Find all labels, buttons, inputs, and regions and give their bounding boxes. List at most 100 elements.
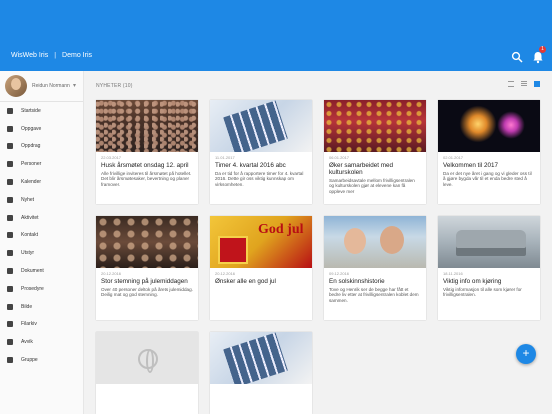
news-date: 02.01.2017: [443, 155, 464, 160]
key-icon: [7, 232, 13, 239]
news-title: Stor stemning på julemiddagen: [101, 278, 188, 285]
sidebar-item-label: Dokument: [21, 268, 44, 275]
sidebar-item-filarkiv[interactable]: Filarkiv: [0, 316, 83, 334]
context-name[interactable]: Demo Iris: [62, 52, 92, 59]
brand-separator: |: [54, 52, 57, 59]
news-excerpt: Da er det nye året i gang og vi gleder o…: [443, 171, 532, 187]
news-card[interactable]: 02.01.2017 Velkommen til 2017 Da er det …: [438, 100, 540, 204]
sidebar-item-oppgave[interactable]: Oppgave: [0, 120, 83, 138]
news-card[interactable]: God jul 20.12.2016 Ønsker alle en god ju…: [210, 216, 312, 320]
sidebar-item-label: Utstyr: [21, 250, 35, 257]
sidebar-item-avvik[interactable]: Avvik: [0, 333, 83, 351]
news-card[interactable]: 11.01.2017 Timer 4. kvartal 2016 abc Da …: [210, 100, 312, 204]
search-icon[interactable]: [511, 51, 523, 63]
sidebar-item-oppdrag[interactable]: Oppdrag: [0, 138, 83, 156]
grid-view-icon[interactable]: [534, 81, 540, 87]
news-card[interactable]: 09.12.2016 En solskinnshistorie Tove og …: [324, 216, 426, 320]
sidebar-item-label: Filarkiv: [21, 321, 37, 328]
sidebar-item-label: Prosedyre: [21, 285, 44, 292]
news-image: [438, 100, 540, 152]
news-date: 06.01.2017: [329, 155, 350, 160]
news-icon: [7, 196, 13, 203]
news-excerpt: Viktig informasjon til alle som kjører f…: [443, 287, 522, 298]
sidebar-nav: Startside Oppgave Oppdrag Personer Kalen…: [0, 102, 83, 369]
news-card[interactable]: [96, 332, 198, 414]
news-image: [210, 100, 312, 152]
news-card[interactable]: 20.12.2016 Stor stemning på julemiddagen…: [96, 216, 198, 320]
checkbox-icon: [7, 143, 13, 150]
chevron-down-icon: ▾: [73, 83, 77, 89]
news-image: [324, 216, 426, 268]
sidebar-item-label: Kontakt: [21, 232, 38, 239]
sidebar-item-prosedyre[interactable]: Prosedyre: [0, 280, 83, 298]
document-icon: [7, 268, 13, 275]
sidebar-item-kontakt[interactable]: Kontakt: [0, 227, 83, 245]
sidebar-item-personer[interactable]: Personer: [0, 155, 83, 173]
avatar: [5, 75, 27, 97]
news-image: [438, 216, 540, 268]
status-bar: [0, 0, 552, 12]
news-image: [96, 100, 198, 152]
brand-name[interactable]: WisWeb Iris: [11, 52, 48, 59]
profile-name: Reidun Normann: [32, 83, 70, 89]
news-date: 09.12.2016: [329, 271, 350, 276]
news-title: Øker samarbeidet med kulturskolen: [329, 162, 394, 176]
heart-icon: [7, 161, 13, 168]
sidebar-item-label: Kalender: [21, 179, 42, 186]
news-date: 18.11.2016: [443, 271, 463, 276]
sidebar-item-label: Startside: [21, 107, 41, 114]
sidebar-item-nyhet[interactable]: Nyhet: [0, 191, 83, 209]
sidebar-item-label: Oppgave: [21, 125, 42, 132]
news-card[interactable]: 06.01.2017 Øker samarbeidet med kultursk…: [324, 100, 426, 204]
sidebar-item-aktivitet[interactable]: Aktivitet: [0, 209, 83, 227]
task-icon: [7, 125, 13, 132]
globe-icon: [138, 349, 158, 373]
news-excerpt: Samarbeidsavtale mellom frivilligsentral…: [329, 178, 415, 194]
notifications-button[interactable]: 1: [531, 46, 546, 64]
news-image: [96, 332, 198, 384]
profile-header[interactable]: Reidun Normann ▾: [0, 71, 83, 102]
home-icon: [7, 107, 13, 114]
news-date: 11.01.2017: [215, 155, 235, 160]
notification-badge: 1: [539, 46, 546, 53]
sidebar: Reidun Normann ▾ Startside Oppgave Oppdr…: [0, 71, 84, 414]
sidebar-item-label: Nyhet: [21, 196, 35, 203]
wrench-icon: [7, 250, 13, 257]
filter-icon[interactable]: [508, 81, 514, 87]
news-card[interactable]: 22.03.2017 Husk årsmøtet onsdag 12. apri…: [96, 100, 198, 204]
sidebar-item-bilde[interactable]: Bilde: [0, 298, 83, 316]
news-title: Viktig info om kjøring: [443, 278, 502, 285]
sidebar-item-label: Aktivitet: [21, 214, 39, 221]
sidebar-item-label: Gruppe: [21, 357, 38, 364]
page-title: NYHETER (10): [96, 83, 133, 89]
news-image: [210, 332, 312, 384]
news-title: Ønsker alle en god jul: [215, 278, 276, 285]
news-image: [96, 216, 198, 268]
news-date: 22.03.2017: [101, 155, 122, 160]
news-excerpt: Da er tid for å rapportere timer for 4. …: [215, 171, 304, 187]
list-view-icon[interactable]: [521, 81, 527, 87]
top-app-bar: WisWeb Iris | Demo Iris 1: [0, 12, 552, 71]
news-image: [324, 100, 426, 152]
sidebar-item-gruppe[interactable]: Gruppe: [0, 351, 83, 369]
news-title: Velkommen til 2017: [443, 162, 498, 169]
image-caption: God jul: [258, 222, 304, 237]
add-news-button[interactable]: +: [516, 344, 536, 364]
image-icon: [7, 303, 13, 310]
sidebar-item-utstyr[interactable]: Utstyr: [0, 244, 83, 262]
news-date: 20.12.2016: [101, 271, 122, 276]
news-date: 20.12.2016: [215, 271, 236, 276]
warning-icon: [7, 339, 13, 346]
sidebar-item-kalender[interactable]: Kalender: [0, 173, 83, 191]
group-icon: [7, 357, 13, 364]
news-card[interactable]: 18.11.2016 Viktig info om kjøring Viktig…: [438, 216, 540, 320]
sidebar-item-dokument[interactable]: Dokument: [0, 262, 83, 280]
sidebar-item-label: Avvik: [21, 339, 33, 346]
news-excerpt: Alle frivillige inviteres til årsmøtet p…: [101, 171, 192, 187]
sidebar-item-label: Oppdrag: [21, 143, 41, 150]
view-toggle-group: [508, 81, 540, 87]
sidebar-item-startside[interactable]: Startside: [0, 102, 83, 120]
news-card[interactable]: [210, 332, 312, 414]
news-excerpt: Over 40 personer deltok på årets julemid…: [101, 287, 193, 298]
news-main: NYHETER (10) 22.03.2017 Husk årsmøtet on…: [84, 71, 552, 414]
